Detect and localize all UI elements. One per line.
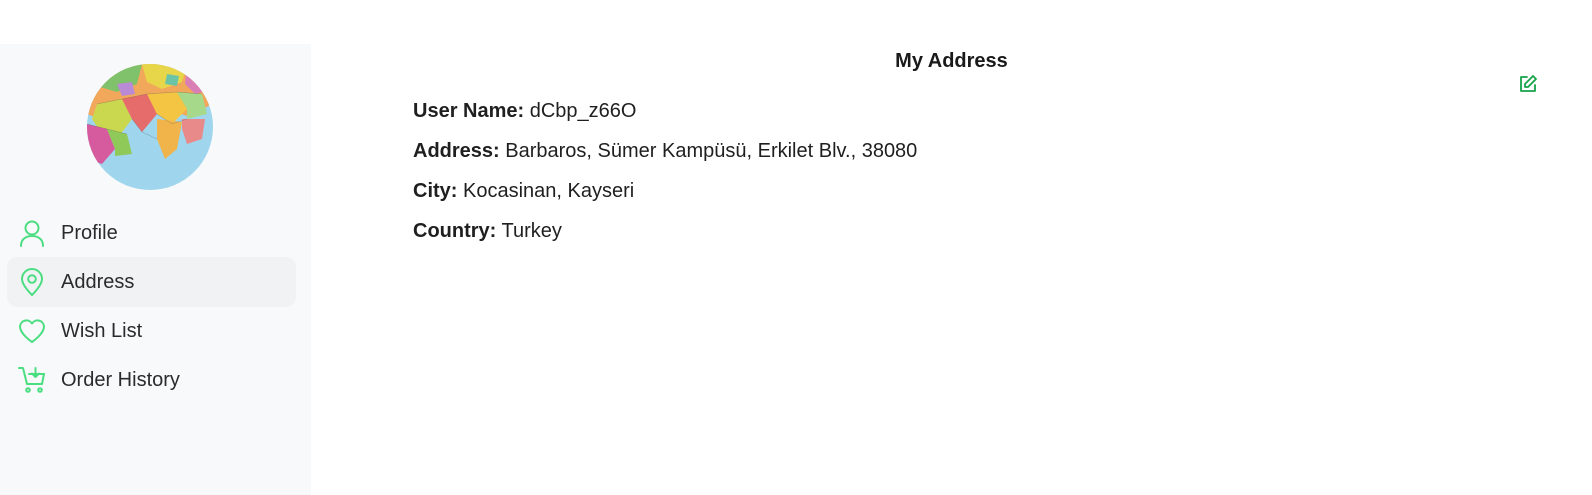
city-field: City: Kocasinan, Kayseri — [413, 178, 634, 204]
field-value: Barbaros, Sümer Kampüsü, Erkilet Blv., 3… — [505, 140, 918, 162]
address-field: Address: Barbaros, Sümer Kampüsü, Erkile… — [413, 138, 917, 164]
field-value: Turkey — [501, 220, 562, 242]
sidebar-item-label: Wish List — [61, 320, 143, 342]
field-label: User Name: — [413, 100, 525, 122]
page-title: My Address — [895, 50, 1008, 72]
field-label: Country: — [413, 220, 497, 242]
edit-address-button[interactable] — [1518, 74, 1538, 94]
edit-icon — [1520, 75, 1537, 92]
world-map-icon — [87, 64, 213, 190]
username-field: User Name: dCbp_z66O — [413, 98, 636, 124]
user-icon — [20, 220, 44, 247]
sidebar: Profile Address Wish List Order History — [0, 44, 311, 495]
sidebar-item-wish-list[interactable]: Wish List — [7, 306, 296, 356]
field-label: Address: — [413, 140, 500, 162]
sidebar-item-label: Order History — [61, 369, 180, 391]
sidebar-item-order-history[interactable]: Order History — [7, 355, 296, 405]
cart-icon — [18, 367, 45, 393]
sidebar-item-label: Address — [61, 271, 135, 293]
map-pin-icon — [21, 268, 43, 296]
country-field: Country: Turkey — [413, 218, 562, 244]
field-label: City: — [413, 180, 458, 202]
field-value: Kocasinan, Kayseri — [463, 180, 635, 202]
heart-icon — [19, 319, 45, 343]
avatar[interactable] — [87, 64, 213, 190]
sidebar-item-profile[interactable]: Profile — [7, 208, 296, 258]
sidebar-item-address[interactable]: Address — [7, 257, 296, 307]
sidebar-item-label: Profile — [61, 222, 118, 244]
field-value: dCbp_z66O — [529, 100, 637, 122]
